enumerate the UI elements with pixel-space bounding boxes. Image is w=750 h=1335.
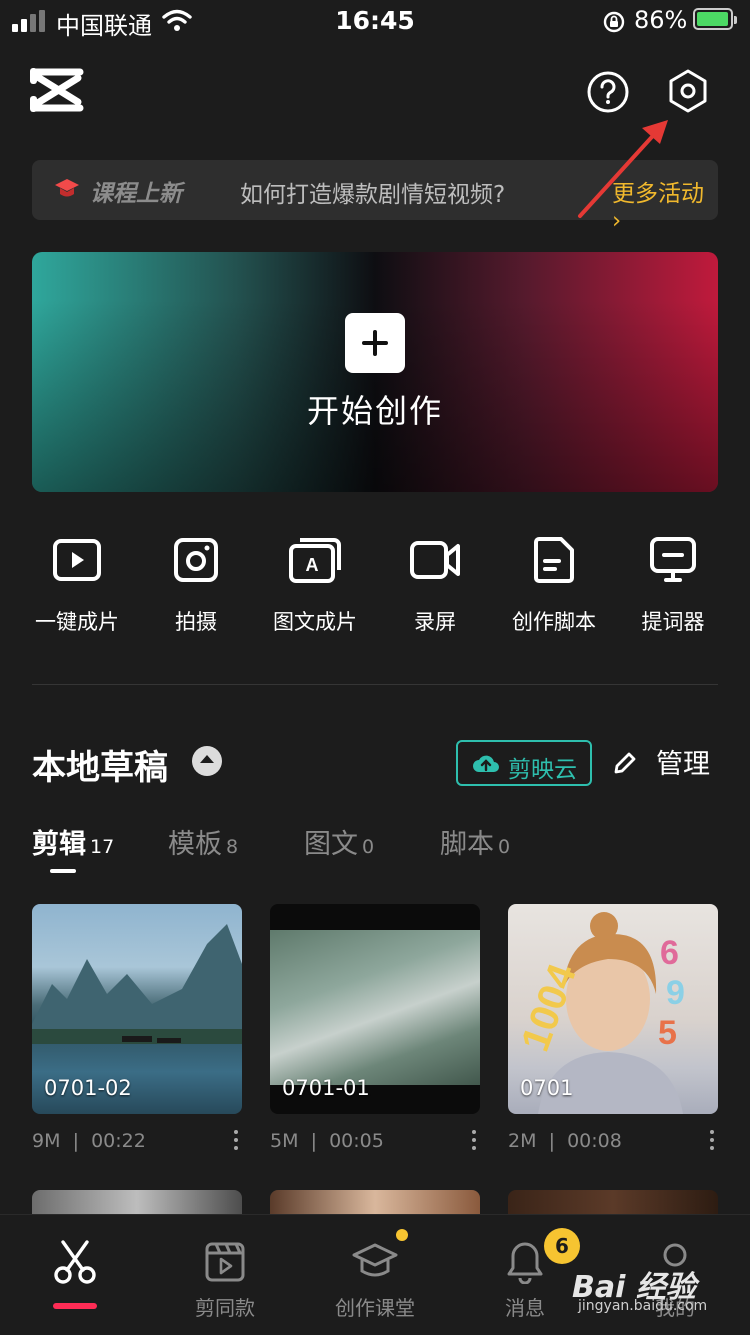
- tool-teleprompter[interactable]: 提词器: [614, 532, 732, 636]
- svg-text:9: 9: [666, 974, 685, 1012]
- pencil-icon: [614, 752, 636, 774]
- nav-template[interactable]: 剪同款: [150, 1238, 300, 1321]
- plus-icon: [345, 313, 405, 373]
- annotation-arrow-icon: [578, 120, 668, 218]
- tool-one-click-video[interactable]: 一键成片: [18, 532, 136, 636]
- battery-percent: 86%: [634, 6, 688, 34]
- tab-active-indicator: [50, 869, 76, 873]
- help-circle-icon[interactable]: [586, 70, 630, 114]
- battery-icon: [693, 8, 737, 30]
- notification-dot: [396, 1229, 408, 1241]
- tab-template[interactable]: 模板 8: [168, 822, 238, 861]
- draft-thumbnail[interactable]: 0701-01: [270, 904, 480, 1114]
- cloud-upload-icon: [473, 755, 499, 772]
- draft-name: 0701-01: [282, 1076, 370, 1100]
- start-creating-label: 开始创作: [306, 392, 443, 430]
- banner-tag: 课程上新: [90, 181, 182, 207]
- manage-label: 管理: [656, 749, 710, 780]
- cloud-button-label: 剪映云: [508, 757, 577, 783]
- nav-label: 剪同款: [195, 1296, 255, 1320]
- text-to-video-icon: A: [289, 538, 341, 583]
- bell-icon: [507, 1242, 543, 1284]
- svg-text:A: A: [306, 555, 319, 575]
- draft-meta: 9M | 00:22: [32, 1130, 146, 1152]
- start-creating-card[interactable]: 开始创作: [32, 252, 718, 492]
- draft-meta: 2M | 00:08: [508, 1130, 622, 1152]
- nav-classroom[interactable]: 创作课堂: [300, 1238, 450, 1321]
- tool-label: 拍摄: [175, 610, 217, 634]
- more-options-icon[interactable]: [470, 1130, 478, 1154]
- status-bar: 中国联通 16:45 86%: [0, 0, 750, 44]
- tool-script[interactable]: 创作脚本: [495, 532, 613, 636]
- graduation-cap-icon: [55, 179, 79, 197]
- scissors-icon: [54, 1240, 96, 1284]
- tool-label: 一键成片: [35, 610, 119, 634]
- tool-label: 录屏: [414, 610, 456, 634]
- tool-text-to-video[interactable]: A 图文成片: [256, 532, 374, 636]
- clapper-icon: [205, 1242, 245, 1282]
- more-options-icon[interactable]: [708, 1130, 716, 1154]
- nav-label: 创作课堂: [335, 1296, 415, 1320]
- svg-text:6: 6: [660, 934, 679, 972]
- teleprompter-icon: [650, 537, 696, 582]
- section-divider: [32, 684, 718, 685]
- settings-hexagon-icon[interactable]: [666, 68, 710, 114]
- orientation-lock-icon: [603, 11, 625, 33]
- svg-text:5: 5: [658, 1014, 677, 1052]
- tool-label: 创作脚本: [512, 610, 596, 634]
- tool-label: 提词器: [641, 610, 705, 634]
- nav-active-indicator: [53, 1303, 97, 1309]
- nav-edit[interactable]: [0, 1238, 150, 1286]
- draft-meta: 5M | 00:05: [270, 1130, 384, 1152]
- draft-name: 0701: [520, 1076, 574, 1100]
- camera-icon: [174, 538, 218, 582]
- message-count-badge: 6: [544, 1228, 580, 1264]
- draft-thumbnail[interactable]: 1004 6 9 5 0701: [508, 904, 718, 1114]
- draft-thumbnail[interactable]: 0701-02: [32, 904, 242, 1114]
- capcut-logo-icon: [30, 68, 84, 112]
- tool-screen-record[interactable]: 录屏: [376, 532, 494, 636]
- graduation-cap-icon: [352, 1243, 398, 1277]
- tab-script[interactable]: 脚本 0: [440, 822, 510, 861]
- play-square-icon: [53, 539, 101, 581]
- cloud-button[interactable]: 剪映云: [456, 740, 592, 786]
- banner-text: 如何打造爆款剧情短视频?: [240, 182, 506, 208]
- more-options-icon[interactable]: [232, 1130, 240, 1154]
- tab-image-text[interactable]: 图文 0: [304, 822, 374, 861]
- tab-edit[interactable]: 剪辑 17: [32, 822, 114, 861]
- collapse-toggle-icon[interactable]: [192, 746, 222, 776]
- script-doc-icon: [534, 537, 574, 583]
- tool-shoot[interactable]: 拍摄: [137, 532, 255, 636]
- video-camera-icon: [410, 541, 460, 579]
- tool-label: 图文成片: [273, 610, 357, 634]
- draft-name: 0701-02: [44, 1076, 132, 1100]
- local-drafts-title: 本地草稿: [32, 748, 168, 788]
- baidu-watermark-url: jingyan.baidu.com: [578, 1298, 708, 1314]
